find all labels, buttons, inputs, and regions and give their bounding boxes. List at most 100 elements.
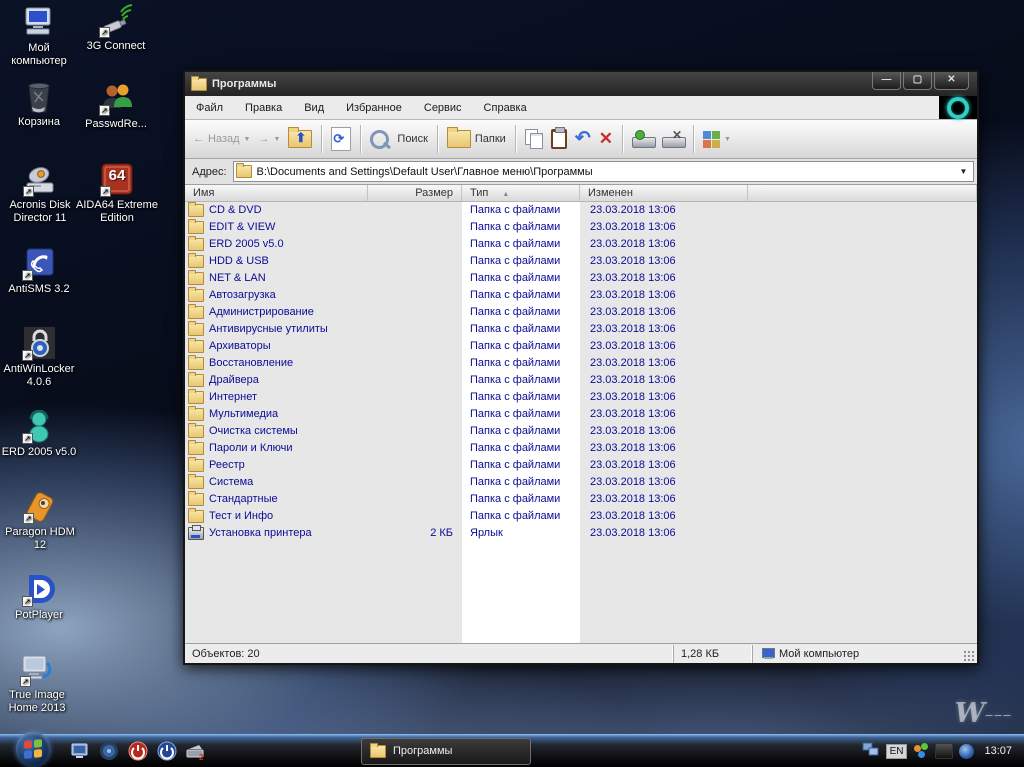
delete-button[interactable]: ✕: [595, 126, 617, 152]
back-button[interactable]: ← Назад▼: [189, 130, 254, 148]
resize-grip[interactable]: [963, 650, 975, 662]
menu-file[interactable]: Файл: [185, 97, 234, 119]
folder-icon: [188, 425, 204, 438]
wallpaper-watermark: W———: [955, 698, 1012, 729]
recycle-bin-icon: [21, 80, 57, 114]
list-header: Имя Размер Тип▲ Изменен: [185, 185, 977, 202]
folder-icon: [188, 391, 204, 404]
disk-utility-icon[interactable]: 2: [186, 741, 206, 761]
desktop-icon-paragon[interactable]: ➚ Paragon HDM 12: [0, 490, 80, 552]
app-tray-icon[interactable]: [913, 743, 929, 759]
refresh-button[interactable]: ⟳: [327, 124, 355, 154]
close-button[interactable]: ✕: [934, 72, 969, 90]
desktop-icon-true-image[interactable]: ➚ True Image Home 2013: [0, 653, 74, 715]
table-row[interactable]: HDD & USBПапка с файлами23.03.2018 13:06: [185, 253, 977, 270]
table-row[interactable]: АвтозагрузкаПапка с файлами23.03.2018 13…: [185, 287, 977, 304]
table-row[interactable]: NET & LANПапка с файлами23.03.2018 13:06: [185, 270, 977, 287]
views-button[interactable]: ▼: [699, 128, 735, 151]
desktop-icon-label: ERD 2005 v5.0: [0, 446, 78, 459]
desktop-icon-antisms[interactable]: ➚ AntiSMS 3.2: [0, 247, 78, 296]
table-row[interactable]: ВосстановлениеПапка с файлами23.03.2018 …: [185, 355, 977, 372]
tray-app-dark-icon[interactable]: [935, 743, 953, 759]
aida64-badge-text: 64: [99, 169, 135, 182]
search-button[interactable]: Поиск: [366, 127, 431, 152]
minimize-button[interactable]: —: [872, 72, 901, 90]
maximize-button[interactable]: ▢: [903, 72, 932, 90]
folders-icon: [447, 130, 471, 148]
taskbar-task-programs[interactable]: Программы: [361, 738, 531, 765]
desktop-icon-antiwinlocker[interactable]: ➚ AntiWinLocker 4.0.6: [0, 327, 78, 389]
map-drive-icon: [632, 130, 654, 148]
desktop-icon-3g-connect[interactable]: ➚ 3G Connect: [76, 4, 156, 53]
paste-button[interactable]: [547, 126, 571, 152]
menu-edit[interactable]: Правка: [234, 97, 293, 119]
desktop-icon-acronis[interactable]: ➚ Acronis Disk Director 11: [0, 163, 80, 225]
desktop-icon-my-computer[interactable]: Мой компьютер: [0, 6, 78, 68]
menu-favorites[interactable]: Избранное: [335, 97, 413, 119]
table-row[interactable]: ДрайвераПапка с файлами23.03.2018 13:06: [185, 372, 977, 389]
address-input[interactable]: B:\Documents and Settings\Default User\Г…: [233, 161, 974, 182]
menubar: Файл Правка Вид Избранное Сервис Справка: [185, 96, 977, 120]
menu-view[interactable]: Вид: [293, 97, 335, 119]
taskbar-clock[interactable]: 13:07: [984, 745, 1012, 757]
folder-icon: [188, 323, 204, 336]
desktop-icon-recycle-bin[interactable]: Корзина: [0, 80, 78, 129]
file-list-body[interactable]: CD & DVDПапка с файлами23.03.2018 13:06E…: [185, 202, 977, 643]
table-row[interactable]: МультимедиаПапка с файлами23.03.2018 13:…: [185, 406, 977, 423]
status-bar: Объектов: 20 1,28 КБ Мой компьютер: [185, 643, 977, 663]
desktop-icon-erd[interactable]: ➚ ERD 2005 v5.0: [0, 410, 78, 459]
titlebar[interactable]: Программы — ▢ ✕: [185, 72, 977, 96]
disk-icon: ➚: [22, 163, 58, 197]
folders-button[interactable]: Папки: [443, 127, 510, 151]
table-row[interactable]: РеестрПапка с файлами23.03.2018 13:06: [185, 457, 977, 474]
undo-button[interactable]: ↶: [571, 128, 595, 150]
table-row[interactable]: CD & DVDПапка с файлами23.03.2018 13:06: [185, 202, 977, 219]
folder-icon: [188, 272, 204, 285]
up-button[interactable]: ⬆: [284, 127, 316, 151]
copy-button[interactable]: [521, 126, 547, 152]
folder-icon: [188, 374, 204, 387]
disconnect-drive-button[interactable]: ✕: [658, 127, 688, 151]
table-row[interactable]: Антивирусные утилитыПапка с файлами23.03…: [185, 321, 977, 338]
table-row[interactable]: Установка принтера2 КБЯрлык23.03.2018 13…: [185, 525, 977, 542]
folder-icon: [188, 204, 204, 217]
desktop-icon-passwdre[interactable]: ➚ PasswdRe...: [76, 82, 156, 131]
tray-app-blue-icon[interactable]: [959, 744, 974, 759]
table-row[interactable]: СистемаПапка с файлами23.03.2018 13:06: [185, 474, 977, 491]
forward-button[interactable]: →▼: [254, 130, 284, 148]
shutdown-icon[interactable]: [128, 741, 148, 761]
menu-help[interactable]: Справка: [473, 97, 538, 119]
column-header-size[interactable]: Размер: [368, 185, 462, 202]
media-player-icon[interactable]: [99, 741, 119, 761]
map-drive-button[interactable]: [628, 127, 658, 151]
language-indicator[interactable]: EN: [886, 744, 908, 759]
address-dropdown-button[interactable]: ▼: [956, 167, 971, 176]
desktop-icon-aida64[interactable]: 64 ➚ AIDA64 Extreme Edition: [72, 163, 162, 225]
table-row[interactable]: Пароли и КлючиПапка с файлами23.03.2018 …: [185, 440, 977, 457]
robot-icon: ➚: [21, 410, 57, 444]
table-row[interactable]: ИнтернетПапка с файлами23.03.2018 13:06: [185, 389, 977, 406]
up-folder-icon: ⬆: [288, 130, 312, 148]
show-desktop-icon[interactable]: [70, 741, 90, 761]
network-tray-icon[interactable]: [862, 742, 880, 761]
column-header-name[interactable]: Имя: [185, 185, 368, 202]
desktop-icon-potplayer[interactable]: ➚ PotPlayer: [0, 573, 78, 622]
start-button[interactable]: [16, 732, 50, 766]
restart-icon[interactable]: [157, 741, 177, 761]
table-row[interactable]: СтандартныеПапка с файлами23.03.2018 13:…: [185, 491, 977, 508]
menu-tools[interactable]: Сервис: [413, 97, 473, 119]
folder-icon: [188, 289, 204, 302]
shortcut-arrow-icon: ➚: [23, 513, 34, 524]
column-header-modified[interactable]: Изменен: [580, 185, 748, 202]
table-row[interactable]: Очистка системыПапка с файлами23.03.2018…: [185, 423, 977, 440]
table-row[interactable]: ERD 2005 v5.0Папка с файлами23.03.2018 1…: [185, 236, 977, 253]
table-row[interactable]: Тест и ИнфоПапка с файлами23.03.2018 13:…: [185, 508, 977, 525]
table-row[interactable]: АрхиваторыПапка с файлами23.03.2018 13:0…: [185, 338, 977, 355]
desktop-icon-label: Мой компьютер: [0, 42, 78, 68]
desktop-icon-label: AntiSMS 3.2: [0, 283, 78, 296]
table-row[interactable]: АдминистрированиеПапка с файлами23.03.20…: [185, 304, 977, 321]
desktop-icon-label: Acronis Disk Director 11: [0, 199, 80, 225]
column-header-type[interactable]: Тип▲: [462, 185, 580, 202]
table-row[interactable]: EDIT & VIEWПапка с файлами23.03.2018 13:…: [185, 219, 977, 236]
folder-icon: [188, 476, 204, 489]
